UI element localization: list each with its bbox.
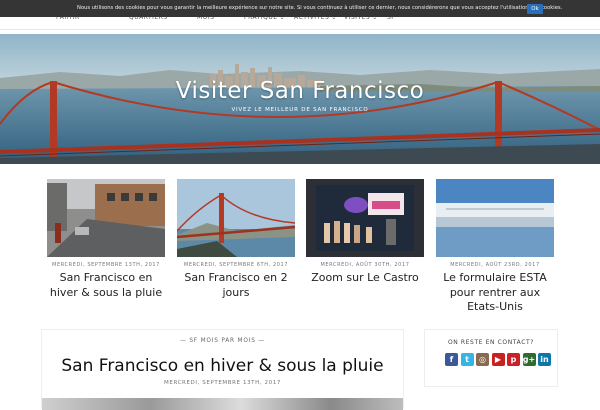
post-card[interactable]: Mercredi, août 23rd, 2017 Le formulaire …	[436, 179, 554, 315]
article-date: Mercredi, septembre 13th, 2017	[164, 380, 281, 386]
google-plus-icon[interactable]: g+	[522, 353, 536, 366]
article-title[interactable]: San Francisco en hiver & sous la pluie	[42, 356, 403, 376]
post-card[interactable]: Mercredi, septembre 6th, 2017 San Franci…	[177, 179, 295, 300]
post-thumbnail[interactable]	[47, 179, 165, 257]
post-card[interactable]: Mercredi, août 30th, 2017 Zoom sur Le Ca…	[306, 179, 424, 286]
featured-article: — SF mois par mois — San Francisco en hi…	[41, 329, 404, 410]
post-title[interactable]: Le formulaire ESTA pour rentrer aux Etat…	[436, 271, 554, 315]
article-category[interactable]: — SF mois par mois —	[42, 338, 403, 344]
post-title[interactable]: San Francisco en 2 jours	[177, 271, 295, 300]
linkedin-icon[interactable]: in	[538, 353, 551, 366]
site-tagline: Vivez le meilleur de San Francisco	[231, 107, 369, 113]
cookie-banner: Nous utilisons des cookies pour vous gar…	[0, 0, 600, 17]
post-thumbnail[interactable]	[306, 179, 424, 257]
site-title[interactable]: Visiter San Francisco	[0, 78, 600, 104]
post-date: Mercredi, septembre 13th, 2017	[52, 262, 160, 268]
cookie-ok-button[interactable]: Ok	[527, 4, 543, 14]
post-thumbnail[interactable]	[177, 179, 295, 257]
post-title[interactable]: Zoom sur Le Castro	[306, 271, 424, 286]
twitter-icon[interactable]: t	[460, 353, 474, 366]
post-date: Mercredi, août 23rd, 2017	[450, 262, 540, 268]
instagram-icon[interactable]: ◎	[476, 353, 489, 366]
youtube-icon[interactable]: ▶	[491, 353, 505, 366]
social-widget: On reste en contact? f t ◎ ▶ p g+ in	[424, 329, 558, 387]
cookie-message: Nous utilisons des cookies pour vous gar…	[77, 5, 563, 11]
post-card[interactable]: Mercredi, septembre 13th, 2017 San Franc…	[47, 179, 165, 300]
hero-banner: Visiter San Francisco Vivez le meilleur …	[0, 34, 600, 164]
post-title[interactable]: San Francisco en hiver & sous la pluie	[47, 271, 165, 300]
pinterest-icon[interactable]: p	[507, 353, 520, 366]
post-thumbnail[interactable]	[436, 179, 554, 257]
facebook-icon[interactable]: f	[445, 353, 458, 366]
widget-title: On reste en contact?	[447, 339, 535, 346]
post-date: Mercredi, septembre 6th, 2017	[183, 262, 289, 268]
post-date: Mercredi, août 30th, 2017	[320, 262, 410, 268]
